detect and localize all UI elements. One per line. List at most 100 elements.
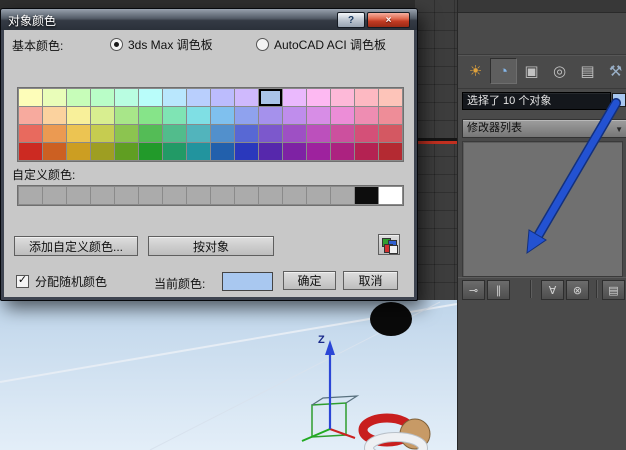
custom-color-swatch[interactable]: [235, 187, 258, 204]
basic-color-swatch[interactable]: [115, 89, 138, 106]
modifier-list-dropdown[interactable]: 修改器列表 ▼: [462, 119, 626, 138]
show-end-result-button[interactable]: ∥: [487, 280, 510, 300]
modifier-stack-list[interactable]: [462, 141, 623, 277]
tab-display[interactable]: ▤: [574, 58, 601, 84]
basic-color-swatch[interactable]: [91, 107, 114, 124]
basic-color-swatch[interactable]: [235, 143, 258, 160]
object-color-chip[interactable]: [612, 93, 626, 107]
basic-color-swatch[interactable]: [259, 143, 282, 160]
basic-color-swatch[interactable]: [67, 89, 90, 106]
custom-color-swatch[interactable]: [259, 187, 282, 204]
current-color-swatch[interactable]: [222, 272, 273, 291]
close-button[interactable]: ×: [367, 12, 410, 28]
basic-color-swatch[interactable]: [307, 89, 330, 106]
tab-motion[interactable]: ◎: [546, 58, 573, 84]
basic-color-swatch[interactable]: [283, 89, 306, 106]
basic-color-swatch[interactable]: [259, 125, 282, 142]
custom-color-swatch[interactable]: [139, 187, 162, 204]
tab-create[interactable]: ☀: [462, 58, 489, 84]
black-sphere-object[interactable]: [370, 302, 412, 336]
basic-color-swatch[interactable]: [211, 125, 234, 142]
basic-color-swatch[interactable]: [283, 143, 306, 160]
basic-color-swatch[interactable]: [163, 125, 186, 142]
basic-color-swatch[interactable]: [355, 107, 378, 124]
basic-color-swatch[interactable]: [379, 125, 402, 142]
custom-color-swatch[interactable]: [283, 187, 306, 204]
custom-color-swatch[interactable]: [379, 187, 402, 204]
perspective-viewport[interactable]: Z: [0, 300, 457, 450]
basic-color-swatch[interactable]: [91, 125, 114, 142]
basic-color-swatch[interactable]: [187, 89, 210, 106]
custom-color-swatch[interactable]: [307, 187, 330, 204]
basic-color-swatch[interactable]: [283, 125, 306, 142]
custom-color-swatch[interactable]: [91, 187, 114, 204]
basic-color-swatch[interactable]: [379, 107, 402, 124]
basic-color-swatch[interactable]: [43, 143, 66, 160]
basic-color-swatch[interactable]: [19, 89, 42, 106]
basic-color-swatch[interactable]: [19, 143, 42, 160]
basic-color-swatch[interactable]: [115, 107, 138, 124]
tab-hierarchy[interactable]: ▣: [518, 58, 545, 84]
make-unique-button[interactable]: ∀: [541, 280, 564, 300]
color-picker-button[interactable]: [378, 234, 400, 255]
basic-color-swatch[interactable]: [67, 125, 90, 142]
basic-color-swatch[interactable]: [43, 107, 66, 124]
basic-color-swatch[interactable]: [307, 107, 330, 124]
by-object-button[interactable]: 按对象: [148, 236, 274, 256]
basic-color-swatch[interactable]: [43, 125, 66, 142]
basic-color-swatch[interactable]: [307, 143, 330, 160]
basic-color-swatch[interactable]: [187, 143, 210, 160]
cancel-button[interactable]: 取消: [343, 271, 398, 290]
remove-modifier-button[interactable]: ⊗: [566, 280, 589, 300]
basic-color-swatch[interactable]: [259, 107, 282, 124]
dialog-titlebar[interactable]: 对象颜色 ? ×: [1, 9, 417, 30]
custom-color-swatch[interactable]: [163, 187, 186, 204]
ok-button[interactable]: 确定: [283, 271, 336, 290]
basic-color-swatch[interactable]: [307, 125, 330, 142]
basic-color-swatch[interactable]: [379, 89, 402, 106]
basic-color-swatch[interactable]: [211, 143, 234, 160]
basic-color-swatch[interactable]: [139, 89, 162, 106]
radio-3dsmax-palette[interactable]: 3ds Max 调色板: [110, 36, 213, 53]
top-viewport-strip[interactable]: [415, 0, 457, 300]
basic-color-swatch[interactable]: [235, 107, 258, 124]
basic-color-swatch[interactable]: [259, 89, 282, 106]
basic-color-swatch[interactable]: [163, 107, 186, 124]
help-button[interactable]: ?: [337, 12, 365, 28]
custom-color-swatch[interactable]: [115, 187, 138, 204]
tab-utilities[interactable]: ⚒: [602, 58, 626, 84]
custom-color-swatch[interactable]: [211, 187, 234, 204]
add-custom-colors-button[interactable]: 添加自定义颜色...: [14, 236, 138, 256]
basic-color-swatch[interactable]: [67, 143, 90, 160]
z-axis-arrowhead[interactable]: [325, 340, 335, 355]
custom-color-swatch[interactable]: [67, 187, 90, 204]
basic-color-swatch[interactable]: [355, 143, 378, 160]
basic-color-swatch[interactable]: [67, 107, 90, 124]
basic-color-swatch[interactable]: [187, 125, 210, 142]
basic-color-swatch[interactable]: [331, 89, 354, 106]
basic-color-swatch[interactable]: [355, 89, 378, 106]
object-name-field[interactable]: 选择了 10 个对象: [462, 92, 611, 110]
basic-color-swatch[interactable]: [19, 125, 42, 142]
basic-color-swatch[interactable]: [379, 143, 402, 160]
basic-color-swatch[interactable]: [211, 89, 234, 106]
radio-autocad-palette[interactable]: AutoCAD ACI 调色板: [256, 36, 386, 53]
basic-color-swatch[interactable]: [331, 107, 354, 124]
basic-color-swatch[interactable]: [139, 107, 162, 124]
x-axis-handle[interactable]: [329, 428, 356, 439]
basic-color-swatch[interactable]: [235, 89, 258, 106]
tab-modify[interactable]: ◔: [490, 58, 517, 84]
y-axis-handle[interactable]: [301, 428, 331, 442]
basic-color-swatch[interactable]: [139, 143, 162, 160]
pin-stack-button[interactable]: ⊸: [462, 280, 485, 300]
basic-color-swatch[interactable]: [331, 125, 354, 142]
basic-color-swatch[interactable]: [355, 125, 378, 142]
basic-color-swatch[interactable]: [331, 143, 354, 160]
basic-color-swatch[interactable]: [187, 107, 210, 124]
custom-color-swatch[interactable]: [355, 187, 378, 204]
configure-modifier-sets-button[interactable]: ▤: [602, 280, 625, 300]
basic-color-swatch[interactable]: [43, 89, 66, 106]
basic-color-swatch[interactable]: [91, 143, 114, 160]
basic-color-swatch[interactable]: [139, 125, 162, 142]
custom-color-swatch[interactable]: [43, 187, 66, 204]
